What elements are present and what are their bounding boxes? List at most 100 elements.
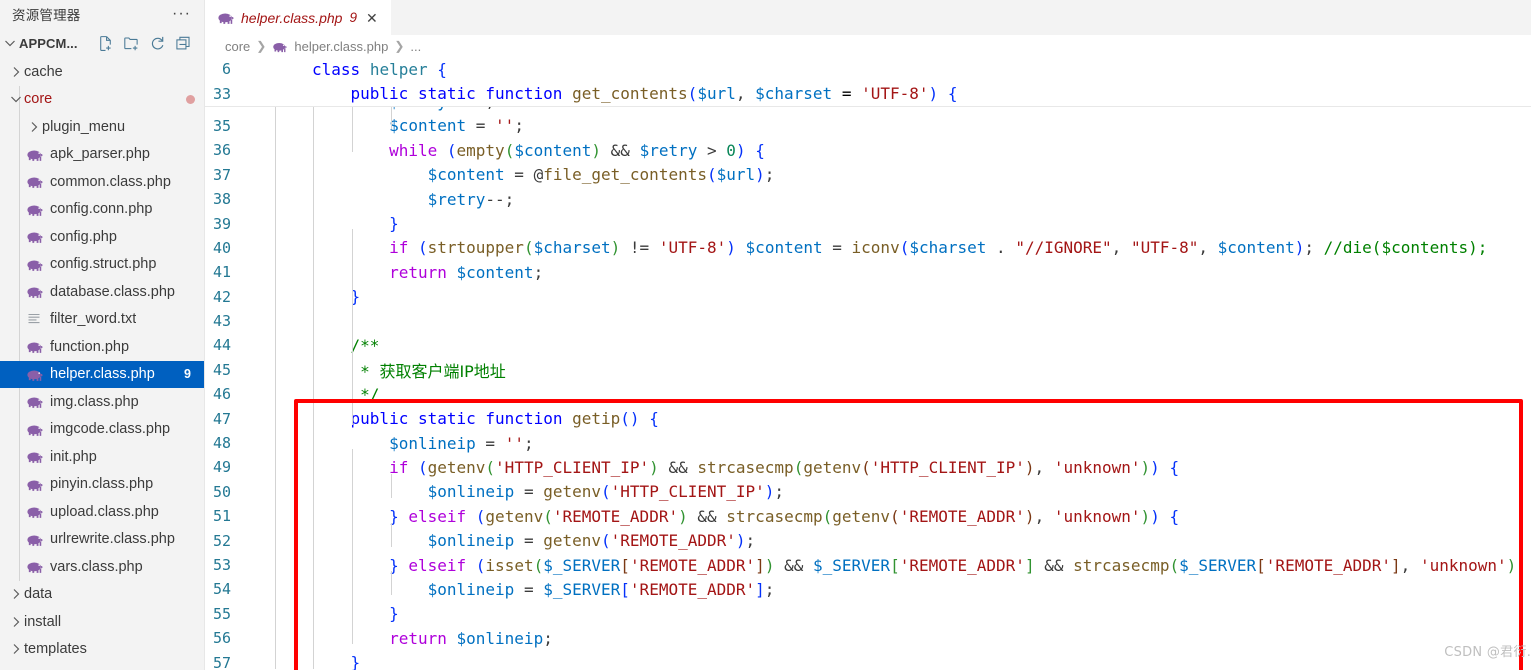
file-tree-item-init-php[interactable]: init.php [0,443,205,471]
sticky-scroll[interactable]: 6 class helper { 33 public static functi… [205,57,1531,106]
gutter [253,626,275,650]
gutter [253,382,275,406]
code-line-49[interactable]: 49 if (getenv('HTTP_CLIENT_IP') && strca… [205,455,1531,479]
php-elephant-icon [26,256,43,273]
file-tree-item-pinyin-class-php[interactable]: pinyin.class.php [0,471,205,499]
code-line-42[interactable]: 42 } [205,285,1531,309]
file-tree-item-database-class-php[interactable]: database.class.php [0,278,205,306]
code-line-45[interactable]: 45 * 获取客户端IP地址 [205,358,1531,382]
gutter [253,480,275,504]
line-number: 46 [212,385,231,404]
new-folder-icon[interactable] [123,35,140,52]
line-number: 43 [212,312,231,331]
file-tree-item-imgcode-class-php[interactable]: imgcode.class.php [0,416,205,444]
file-tree-item-function-php[interactable]: function.php [0,333,205,361]
code-line-51[interactable]: 51 } elseif (getenv('REMOTE_ADDR') && st… [205,504,1531,528]
code-line-52[interactable]: 52 $onlineip = getenv('REMOTE_ADDR'); [205,528,1531,552]
sticky-line-6[interactable]: 6 class helper { [205,57,1531,82]
code-line-41[interactable]: 41 return $content; [205,260,1531,284]
file-tree-item-vars-class-php[interactable]: vars.class.php [0,553,205,581]
code-editor[interactable]: 6 class helper { 33 public static functi… [205,57,1531,670]
file-tree-item-common-class-php[interactable]: common.class.php [0,168,205,196]
file-tree-item-config-struct-php[interactable]: config.struct.php [0,251,205,279]
code-line-37[interactable]: 37 $content = @file_get_contents($url); [205,163,1531,187]
file-tree-item-urlrewrite-class-php[interactable]: urlrewrite.class.php [0,526,205,554]
gutter [253,81,275,105]
tab-helper-class-php[interactable]: helper.class.php 9 ✕ [205,0,392,35]
file-tree-item-install[interactable]: install [0,608,205,636]
file-tree-item-cache[interactable]: cache [0,58,205,86]
line-number: 42 [212,287,231,306]
code-line-38[interactable]: 38 $retry--; [205,187,1531,211]
file-tree-item-plugin-menu[interactable]: plugin_menu [0,113,205,141]
code-line-47[interactable]: 47 public static function getip() { [205,406,1531,430]
code-line-40[interactable]: 40 if (strtoupper($charset) != 'UTF-8') … [205,236,1531,260]
indent-guide [313,106,314,669]
file-tree-item-helper-class-php[interactable]: helper.class.php 9 [0,360,205,388]
file-tree-item-label: filter_word.txt [50,311,137,328]
chevron-right-icon[interactable] [8,641,24,657]
code-lines-container[interactable]: 34 $retry = 3;35 $content = '';36 while … [205,106,1531,670]
collapse-all-icon[interactable] [175,35,192,52]
file-tree-item-label: core [24,91,53,108]
chevron-right-icon[interactable] [8,614,24,630]
code-text: $onlineip = getenv('REMOTE_ADDR'); [427,531,756,551]
breadcrumb-item-core[interactable]: core [225,39,250,54]
line-number: 33 [212,84,231,103]
indent-guide [391,473,392,498]
new-file-icon[interactable] [97,35,114,52]
file-tree-item-label: upload.class.php [50,503,159,520]
gutter [253,528,275,552]
ellipsis-icon[interactable]: ··· [164,6,199,22]
php-elephant-icon [217,9,234,26]
chevron-right-icon[interactable] [26,119,42,135]
sticky-line-33[interactable]: 33 public static function get_contents($… [205,81,1531,106]
close-icon[interactable]: ✕ [364,10,380,26]
file-tree-item-config-conn-php[interactable]: config.conn.php [0,196,205,224]
code-line-55[interactable]: 55 } [205,602,1531,626]
breadcrumb-item-file[interactable]: helper.class.php [294,39,388,54]
gutter [253,602,275,626]
file-tree-item-apk-parser-php[interactable]: apk_parser.php [0,141,205,169]
code-line-48[interactable]: 48 $onlineip = ''; [205,431,1531,455]
code-text: $retry = 3; [275,107,495,111]
code-line-36[interactable]: 36 while (empty($content) && $retry > 0)… [205,138,1531,162]
chevron-down-icon[interactable] [8,91,24,107]
code-line-53[interactable]: 53 } elseif (isset($_SERVER['REMOTE_ADDR… [205,553,1531,577]
workspace-root-row[interactable]: APPCM... [0,28,205,58]
chevron-right-icon[interactable] [8,64,24,80]
file-tree-item-label: pinyin.class.php [50,476,154,493]
code-line-35[interactable]: 35 $content = ''; [205,114,1531,138]
file-tree-item-label: urlrewrite.class.php [50,531,175,548]
file-tree-item-config-php[interactable]: config.php [0,223,205,251]
refresh-icon[interactable] [149,35,166,52]
file-tree-item-label: common.class.php [50,173,171,190]
file-tree-item-core[interactable]: core [0,86,205,114]
code-line-54[interactable]: 54 $onlineip = $_SERVER['REMOTE_ADDR']; [205,577,1531,601]
breadcrumb-item-symbol[interactable]: ... [410,39,421,54]
file-tree-item-upload-class-php[interactable]: upload.class.php [0,498,205,526]
file-tree[interactable]: cache core plugin_menu apk_parser.phpcommon… [0,58,205,670]
code-line-43[interactable]: 43 [205,309,1531,333]
code-text: $retry--; [427,189,515,209]
code-line-39[interactable]: 39 } [205,211,1531,235]
code-line-50[interactable]: 50 $onlineip = getenv('HTTP_CLIENT_IP'); [205,480,1531,504]
line-number: 6 [221,60,231,79]
php-elephant-icon [26,366,43,383]
file-tree-item-img-class-php[interactable]: img.class.php [0,388,205,416]
code-line-46[interactable]: 46 */ [205,382,1531,406]
code-line-34[interactable]: 34 $retry = 3; [205,107,1531,114]
file-tree-item-data[interactable]: data [0,581,205,609]
file-tree-item-filter-word-txt[interactable]: filter_word.txt [0,306,205,334]
php-elephant-icon [26,503,43,520]
line-number: 44 [212,336,231,355]
code-line-56[interactable]: 56 return $onlineip; [205,626,1531,650]
code-line-57[interactable]: 57 } [205,650,1531,670]
chevron-right-icon[interactable] [8,586,24,602]
php-elephant-icon [26,173,43,190]
file-tree-item-label: cache [24,63,63,80]
file-tree-item-templates[interactable]: templates [0,636,205,664]
code-line-44[interactable]: 44 /** [205,333,1531,357]
code-text: $onlineip = $_SERVER['REMOTE_ADDR']; [427,579,775,599]
code-text: $content = @file_get_contents($url); [427,165,775,185]
